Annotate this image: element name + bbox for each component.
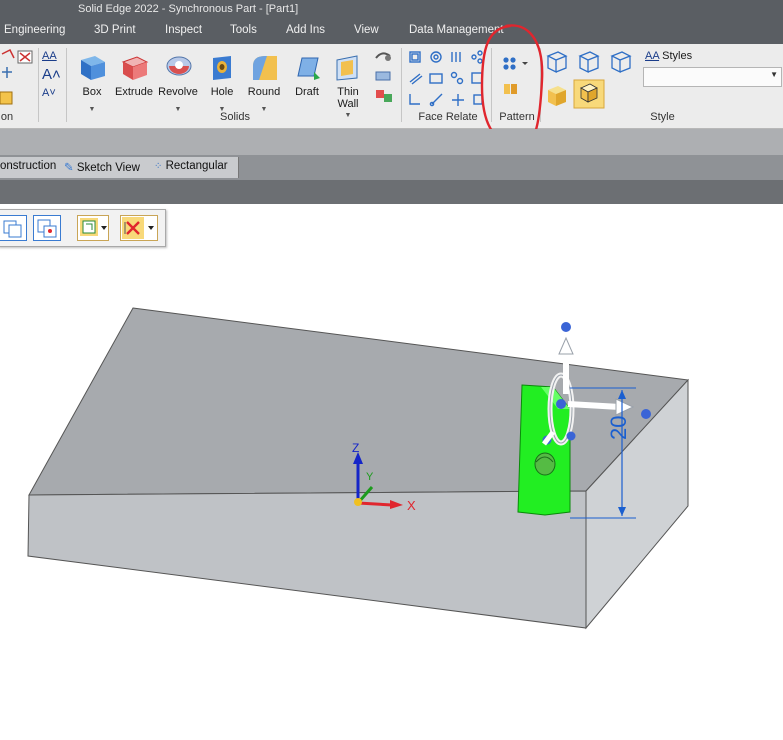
- text-tools: A̲A A˄ A˅: [42, 50, 64, 110]
- menu-tools[interactable]: Tools: [230, 24, 257, 36]
- thin-wall-icon: [336, 55, 358, 81]
- menu-view[interactable]: View: [354, 24, 379, 36]
- styles-dropdown-arrow[interactable]: ▼: [770, 70, 778, 79]
- solids-more-icons[interactable]: [372, 48, 396, 108]
- round-label: Round: [247, 86, 281, 98]
- tab-rectangular[interactable]: ⁘ Rectangular: [154, 160, 228, 172]
- view-style-icons[interactable]: [544, 50, 638, 110]
- part-model[interactable]: [0, 204, 783, 740]
- title-bar: Solid Edge 2022 - Synchronous Part - [Pa…: [0, 0, 783, 18]
- thin-wall-button[interactable]: Thin Wall ▼: [326, 50, 370, 119]
- group-label-face-relate: Face Relate: [418, 111, 478, 123]
- revolve-button[interactable]: Revolve ▼: [156, 50, 200, 113]
- menu-3d-print[interactable]: 3D Print: [94, 24, 136, 36]
- hole-label: Hole: [210, 86, 234, 98]
- styles-icon: A̲A: [645, 50, 660, 62]
- box-dropdown-arrow[interactable]: ▼: [70, 106, 114, 113]
- round-button[interactable]: Round ▼: [242, 50, 286, 113]
- box-label: Box: [82, 86, 102, 98]
- box-button[interactable]: Box ▼: [70, 50, 114, 113]
- menu-engineering[interactable]: Engineering: [4, 24, 65, 36]
- draft-icon: [297, 57, 320, 80]
- revolve-label: Revolve: [158, 86, 198, 98]
- extrude-icon: [121, 56, 149, 80]
- text-style-icon[interactable]: A̲A: [42, 50, 64, 62]
- triad-z-label: Z: [352, 441, 360, 455]
- tab-sketch-view[interactable]: ✎ Sketch View: [64, 160, 140, 174]
- menu-bar: Engineering 3D Print Inspect Tools Add I…: [0, 18, 783, 44]
- sketch-view-icon: ✎: [64, 162, 74, 174]
- group-label-solids: Solids: [220, 111, 250, 123]
- round-icon: [253, 56, 277, 80]
- hole-button[interactable]: Hole ▼: [200, 50, 244, 113]
- styles-selector-label: A̲A Styles: [645, 50, 693, 62]
- text-size-down-icon[interactable]: A˅: [42, 87, 64, 99]
- menu-inspect[interactable]: Inspect: [165, 24, 202, 36]
- rectangular-pattern-icon: ⁘: [154, 161, 163, 172]
- ribbon: on A̲A A˄ A˅ Box ▼ Extrude Revolve ▼ Hol…: [0, 44, 783, 129]
- triad-y-label: Y: [366, 471, 374, 483]
- status-strip: [0, 180, 783, 204]
- draft-button[interactable]: Draft: [285, 50, 329, 110]
- extrude-label: Extrude: [115, 86, 153, 98]
- text-size-up-icon[interactable]: A˄: [42, 66, 64, 83]
- group-label-style: Style: [650, 111, 675, 123]
- window-title: Solid Edge 2022 - Synchronous Part - [Pa…: [78, 3, 299, 15]
- construction-tools-icon[interactable]: [0, 48, 38, 106]
- thin-wall-label: Thin Wall: [337, 86, 359, 110]
- hole-icon: [213, 56, 231, 80]
- tab-construction[interactable]: onstruction: [0, 160, 56, 172]
- revolve-icon: [166, 56, 192, 76]
- draft-label: Draft: [295, 86, 319, 98]
- thin-wall-dropdown-arrow[interactable]: ▼: [326, 112, 370, 119]
- dimension-value[interactable]: 20: [606, 416, 632, 440]
- group-label-construction: on: [0, 111, 14, 123]
- styles-dropdown[interactable]: ▼: [643, 67, 782, 87]
- box-icon: [81, 56, 105, 80]
- extrude-button[interactable]: Extrude: [113, 50, 155, 110]
- menu-add-ins[interactable]: Add Ins: [286, 24, 325, 36]
- triad-x-label: X: [407, 498, 416, 513]
- command-bar: [0, 129, 783, 155]
- pathfinder-tabs: onstruction ✎ Sketch View ⁘ Rectangular: [0, 157, 239, 178]
